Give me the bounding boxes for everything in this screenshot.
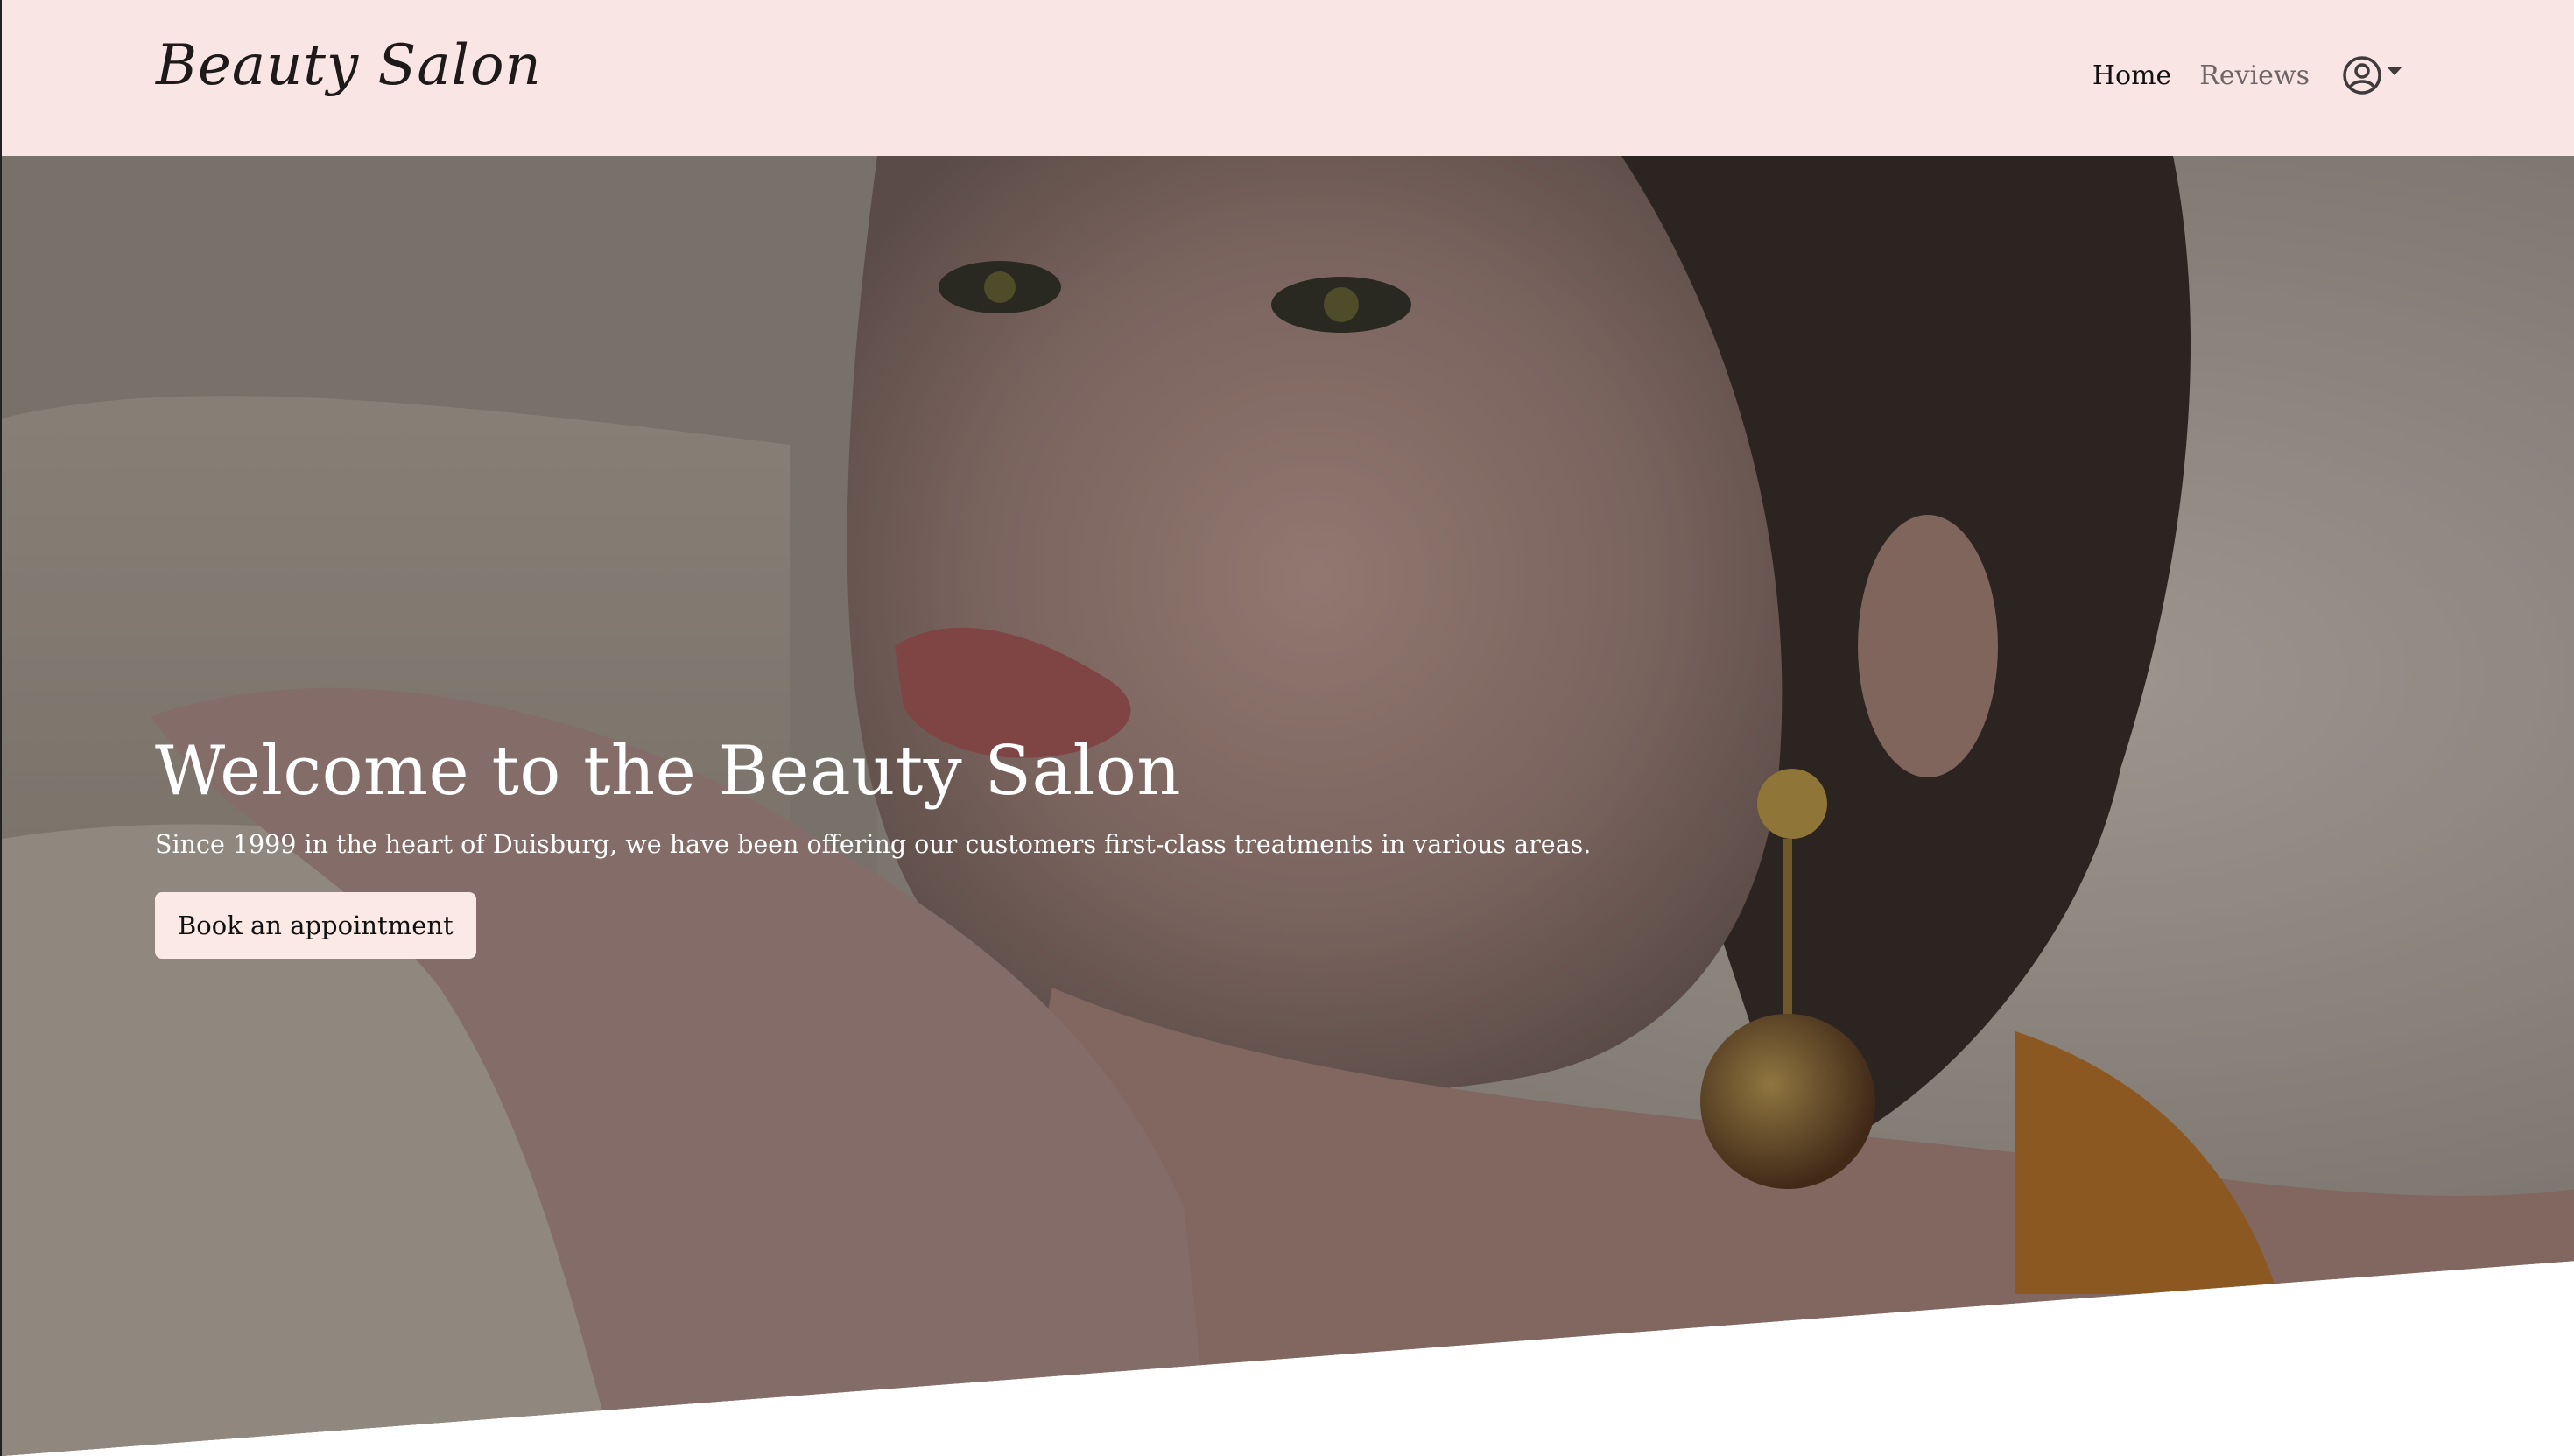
nav-link-reviews[interactable]: Reviews <box>2199 60 2310 91</box>
book-appointment-button[interactable]: Book an appointment <box>155 892 476 959</box>
page: Beauty Salon Home Reviews Welcome to the… <box>0 0 2574 1456</box>
navbar: Beauty Salon Home Reviews <box>2 0 2574 156</box>
caret-down-icon <box>2387 67 2402 75</box>
account-dropdown-toggle[interactable] <box>2341 54 2402 96</box>
hero-section: Welcome to the Beauty Salon Since 1999 i… <box>2 156 2574 1456</box>
hero-subtitle: Since 1999 in the heart of Duisburg, we … <box>155 830 1592 859</box>
nav-links: Home Reviews <box>2092 54 2402 96</box>
hero-title: Welcome to the Beauty Salon <box>155 732 1182 811</box>
brand-logo[interactable]: Beauty Salon <box>156 33 542 98</box>
user-circle-icon <box>2343 56 2381 95</box>
nav-link-home[interactable]: Home <box>2092 60 2171 91</box>
hero-content: Welcome to the Beauty Salon Since 1999 i… <box>155 732 1591 959</box>
